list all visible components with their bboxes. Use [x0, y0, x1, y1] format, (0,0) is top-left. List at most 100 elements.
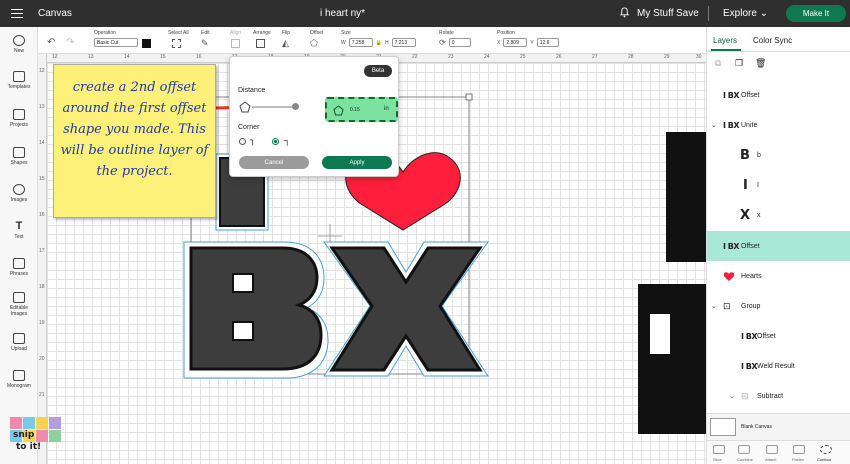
edit-group[interactable]: Edit ✎ [201, 30, 210, 49]
duplicate-icon[interactable]: ❐ [735, 58, 743, 69]
chevron-down-icon[interactable]: ⌄ [711, 302, 717, 310]
distance-slider-track[interactable] [252, 106, 294, 108]
rail-templates[interactable]: Templates [0, 71, 38, 90]
select-all-icon [172, 39, 181, 48]
layer-label: I [757, 181, 759, 189]
contour-label: Contour [817, 457, 832, 462]
rail-monogram[interactable]: Monogram [0, 370, 38, 389]
attach-icon[interactable] [766, 445, 778, 454]
ruler-tick-label: 14 [39, 140, 45, 146]
layer-row[interactable]: ⌄ I BX Unite [707, 110, 850, 140]
corner-rounded-radio[interactable] [239, 138, 246, 145]
select-all-group[interactable]: Select All [168, 30, 189, 48]
operation-label: Operation [94, 30, 116, 36]
monogram-icon [13, 370, 25, 381]
slice-icon[interactable] [713, 445, 725, 454]
rail-label: Editable Images [9, 305, 29, 317]
combine-icon[interactable] [738, 445, 750, 454]
ruler-tick-label: 24 [484, 54, 490, 60]
chevron-down-icon[interactable]: ⌄ [711, 121, 717, 129]
layer-row[interactable]: X x [707, 200, 850, 230]
layer-row[interactable]: ⌄ ⊡ Group [707, 291, 850, 321]
rail-text[interactable]: T Text [0, 221, 38, 241]
corner-square-radio[interactable] [272, 138, 279, 145]
distance-input[interactable]: 0.15 [350, 107, 360, 113]
logo-graphic: snip to it! [10, 417, 61, 452]
distance-slider-handle[interactable] [292, 103, 299, 110]
group-icon[interactable]: ⧉ [715, 58, 721, 69]
contour-icon[interactable] [820, 445, 832, 454]
tab-color-sync[interactable]: Color Sync [753, 36, 792, 45]
apply-button[interactable]: Apply [322, 156, 392, 169]
rail-shapes[interactable]: Shapes [0, 147, 38, 166]
layer-thumbnail-icon: I BX [723, 120, 740, 130]
arrange-icon [256, 39, 265, 48]
offset-popup: Beta Distance 0.15 in Corner ╮ ┐ Cancel … [229, 56, 399, 177]
document-title[interactable]: i heart ny* [320, 8, 365, 19]
layer-label: Subtract [757, 392, 784, 400]
layer-row[interactable]: I BX Offset [707, 321, 850, 351]
rail-projects[interactable]: Projects [0, 109, 38, 128]
layer-label: Weld Result [757, 362, 795, 370]
ruler-tick-label: 27 [592, 54, 598, 60]
width-input[interactable]: 7.258 [348, 38, 373, 47]
bell-icon[interactable] [619, 7, 630, 18]
redo-icon[interactable]: ↷ [66, 37, 74, 48]
layer-label: x [757, 211, 761, 219]
rail-label: Images [10, 197, 28, 203]
layer-row[interactable]: I I [707, 170, 850, 200]
rail-editable-images[interactable]: Editable Images [0, 292, 38, 317]
layer-label: Offset [741, 91, 760, 99]
layer-row-selected[interactable]: I BX Offset [707, 231, 850, 261]
tab-layers[interactable]: Layers [713, 36, 737, 45]
ruler-tick-label: 29 [664, 54, 670, 60]
color-swatch[interactable] [142, 39, 151, 48]
save-button[interactable]: Save [676, 8, 699, 19]
undo-icon[interactable]: ↶ [47, 37, 55, 48]
rotate-icon: ⟳ [439, 38, 446, 47]
resize-handle[interactable] [465, 93, 473, 101]
make-it-button[interactable]: Make It [786, 5, 846, 22]
rotate-input[interactable]: 0 [448, 38, 471, 47]
rail-label: Phrases [9, 271, 29, 277]
flatten-icon[interactable] [793, 445, 805, 454]
partial-letter-i-black[interactable] [666, 132, 706, 262]
arrange-group[interactable]: Arrange [253, 30, 271, 48]
layer-row[interactable]: I BX Offset [707, 80, 850, 110]
layer-row[interactable]: B b [707, 140, 850, 170]
operation-select[interactable]: Basic Cut [94, 38, 138, 47]
ruler-tick-label: 16 [196, 54, 202, 60]
rail-images[interactable]: Images [0, 184, 38, 203]
lock-icon[interactable]: 🔒 [376, 40, 382, 46]
layer-row[interactable]: Hearts [707, 261, 850, 291]
letter-b-counter-top [232, 273, 254, 293]
align-group[interactable]: Align [230, 30, 241, 48]
layer-thumbnail-icon: I BX [723, 90, 740, 100]
ruler-tick-label: 15 [160, 54, 166, 60]
layer-row[interactable]: I BX Weld Result [707, 351, 850, 381]
menu-icon[interactable] [0, 0, 34, 27]
explore-menu[interactable]: Explore ⌄ [723, 8, 768, 19]
y-input[interactable]: 12.6 [536, 38, 559, 47]
x-input[interactable]: 2.809 [503, 38, 528, 47]
pen-icon: ✎ [201, 38, 209, 48]
height-label: H [384, 39, 389, 46]
ruler-left: 12 13 14 15 16 17 18 19 20 21 [38, 54, 47, 464]
height-input[interactable]: 7.213 [391, 38, 416, 47]
cancel-button[interactable]: Cancel [239, 156, 309, 169]
rail-phrases[interactable]: Phrases [0, 258, 38, 277]
trash-icon[interactable]: 🗑 [755, 58, 766, 69]
rail-new[interactable]: New [0, 35, 38, 54]
chevron-down-icon[interactable]: ⌄ [729, 392, 735, 400]
letter-b[interactable] [189, 246, 323, 371]
my-stuff-link[interactable]: My Stuff [637, 8, 674, 19]
letter-x[interactable] [329, 246, 483, 372]
rail-label: Monogram [7, 383, 31, 389]
layer-row[interactable]: ⌄ ⊟ Subtract [707, 381, 850, 411]
rail-label: Templates [7, 84, 31, 90]
flip-group[interactable]: Flip ◭ [282, 30, 290, 49]
blank-canvas-row[interactable]: Blank Canvas [707, 413, 850, 440]
partial-letter-b-black[interactable] [638, 284, 706, 434]
rail-upload[interactable]: Upload [0, 333, 38, 352]
offset-group[interactable]: Offset ⬠ [310, 30, 323, 49]
